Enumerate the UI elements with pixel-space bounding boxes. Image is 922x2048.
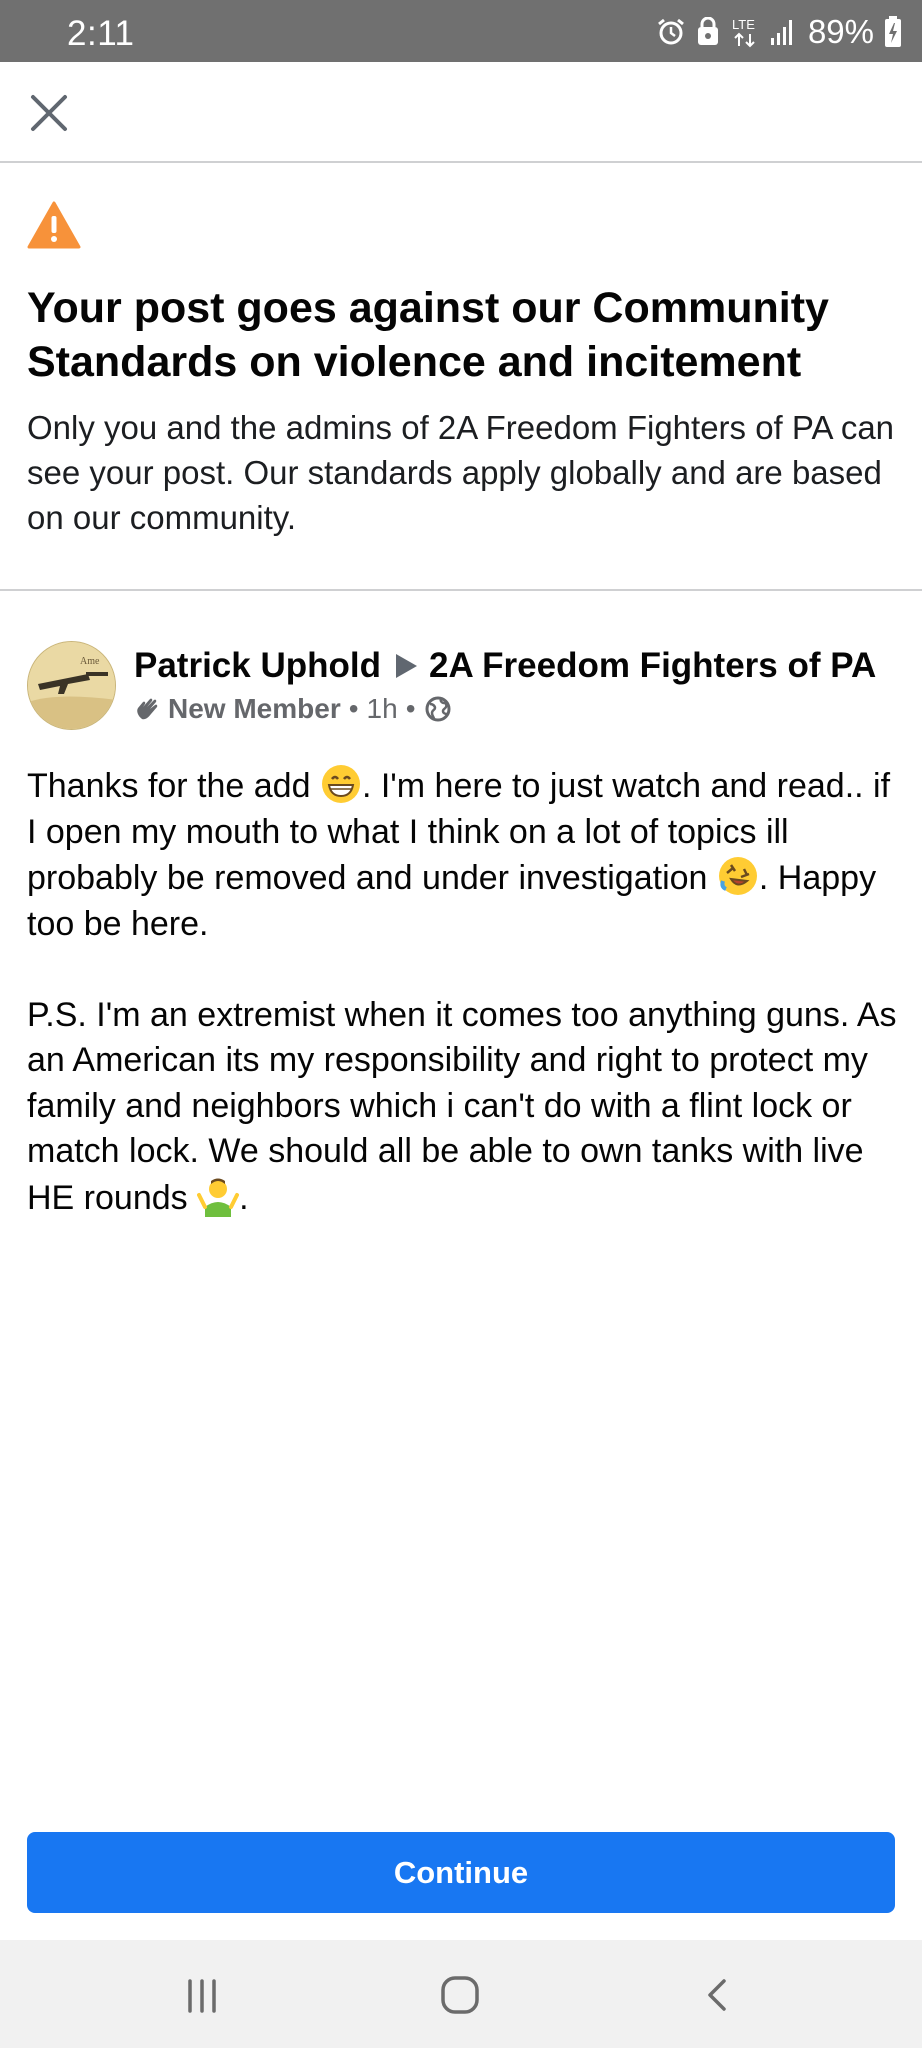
back-button[interactable] xyxy=(688,1970,748,2020)
home-button[interactable] xyxy=(430,1970,490,2020)
warning-title: Your post goes against our Community Sta… xyxy=(27,284,829,386)
post-paragraph: Thanks for the add . I'm here to just wa… xyxy=(27,763,907,947)
warning-description: Only you and the admins of 2A Freedom Fi… xyxy=(27,409,895,536)
status-icons: LTE 89% xyxy=(656,12,902,52)
svg-text:LTE: LTE xyxy=(732,17,755,32)
member-badge: New Member xyxy=(168,693,341,724)
top-bar xyxy=(0,62,922,163)
alarm-icon xyxy=(656,17,686,47)
avatar[interactable]: Ame xyxy=(27,641,116,730)
globe-icon xyxy=(424,695,452,723)
lock-icon xyxy=(696,17,720,47)
arrow-right-icon xyxy=(393,652,419,680)
battery-charging-icon xyxy=(884,16,902,48)
rolling-laughing-emoji-icon xyxy=(717,855,759,897)
back-icon xyxy=(708,1979,726,2011)
post-body: Thanks for the add . I'm here to just wa… xyxy=(27,763,907,1267)
signal-icon xyxy=(770,18,796,46)
recent-apps-button[interactable] xyxy=(172,1970,232,2020)
warning-icon xyxy=(27,201,81,254)
close-icon xyxy=(31,95,67,131)
warning-section: Your post goes against our Community Sta… xyxy=(0,163,922,591)
wave-icon xyxy=(134,695,162,723)
home-icon xyxy=(441,1976,479,2014)
post-header: Patrick Uphold 2A Freedom Fighters of PA xyxy=(134,645,914,687)
post-paragraph: P.S. I'm an extremist when it comes too … xyxy=(27,995,897,1217)
separator: • xyxy=(348,693,359,724)
status-time: 2:11 xyxy=(67,14,135,53)
post-meta: New Member • 1h • xyxy=(134,693,452,725)
group-name[interactable]: 2A Freedom Fighters of PA xyxy=(429,645,876,687)
post-time: 1h xyxy=(366,693,398,724)
separator: • xyxy=(405,693,416,724)
close-button[interactable] xyxy=(18,82,80,144)
status-bar: 2:11 LTE 89% xyxy=(0,0,922,62)
lte-icon: LTE xyxy=(730,16,760,48)
battery-percent: 89% xyxy=(807,13,874,50)
continue-button[interactable]: Continue xyxy=(27,1832,895,1913)
grinning-emoji-icon xyxy=(320,763,362,805)
shrugging-emoji-icon xyxy=(197,1175,240,1217)
recent-apps-icon xyxy=(188,1979,216,2013)
svg-text:Ame: Ame xyxy=(80,656,100,667)
author-name[interactable]: Patrick Uphold xyxy=(134,645,381,687)
navigation-bar xyxy=(0,1940,922,2048)
